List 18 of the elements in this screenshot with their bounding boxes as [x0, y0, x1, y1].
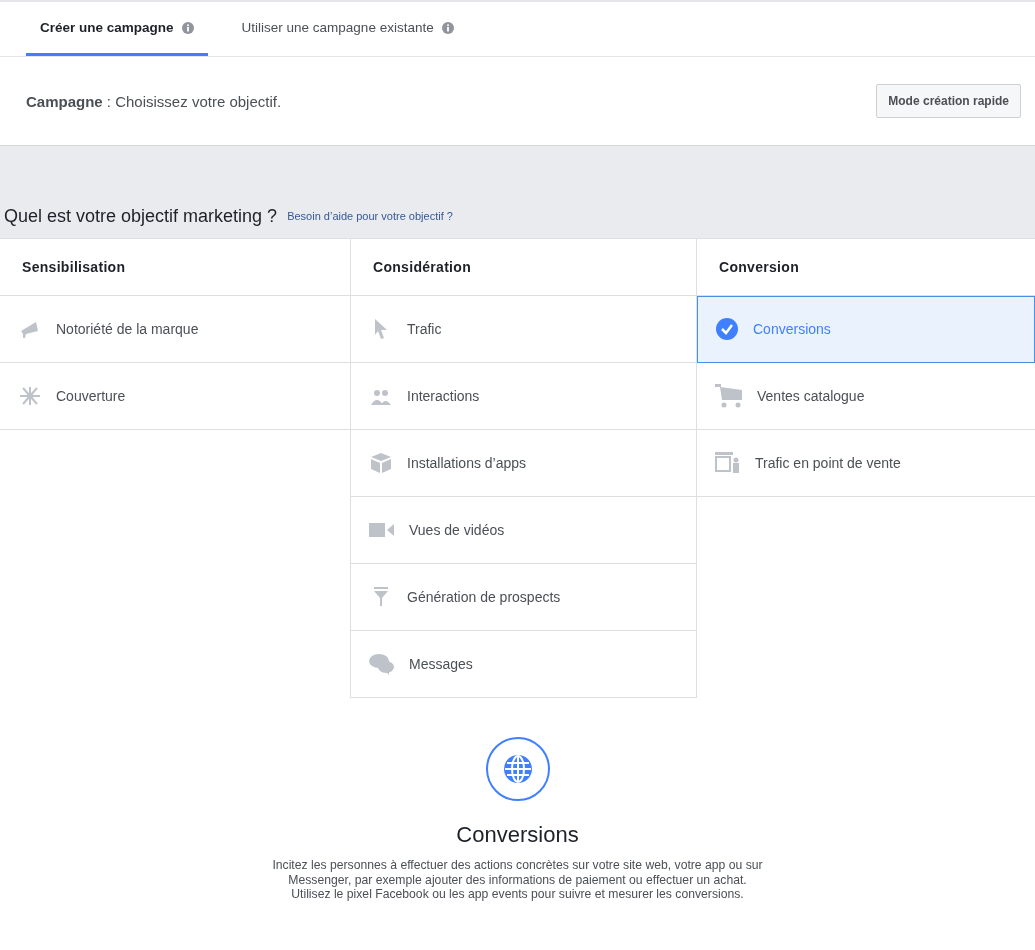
objective-description: Incitez les personnes à effectuer des actions concrètes sur votre site web, votre app ou sur Messenger, par exemple ajouter des informations de paiement ou effectuer un achat. Utilisez le pixel Facebook ou les app events pour suivre et mesurer les conversions. — [271, 858, 764, 902]
cube-icon — [369, 452, 393, 474]
cart-icon — [715, 384, 743, 408]
objective-title: Conversions — [456, 822, 579, 848]
section-title: Quel est votre objectif marketing ? — [4, 205, 278, 227]
chat-bubbles-icon — [369, 653, 395, 675]
info-icon[interactable] — [441, 21, 454, 34]
help-link[interactable]: Besoin d’aide pour votre objectif ? — [287, 210, 453, 222]
info-icon[interactable] — [181, 21, 194, 34]
network-icon — [18, 385, 42, 407]
campaign-header: Campagne : Choisissez votre objectif. — [26, 92, 282, 110]
check-circle-icon — [715, 317, 739, 341]
globe-icon — [484, 736, 551, 802]
tab[interactable]: Utiliser une campagne existante — [227, 2, 468, 56]
video-camera-icon — [369, 522, 395, 538]
tab[interactable]: Créer une campagne — [26, 2, 208, 56]
storefront-icon — [715, 451, 741, 475]
quick-creation-button[interactable]: Mode création rapide — [876, 84, 1021, 118]
